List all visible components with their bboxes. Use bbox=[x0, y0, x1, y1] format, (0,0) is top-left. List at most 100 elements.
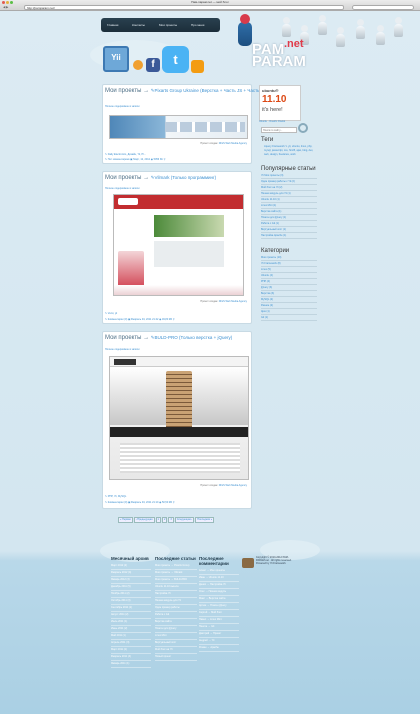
sidebar-search-input[interactable] bbox=[261, 127, 297, 133]
archive-item[interactable]: Март 2012 (2) bbox=[111, 563, 151, 570]
recent-item[interactable]: Мой блог на Yii bbox=[155, 647, 197, 654]
comment-item[interactable]: Павел → Linux Mint bbox=[199, 617, 239, 624]
recent-item[interactable]: Пишем модуль для Yii bbox=[155, 598, 197, 605]
address-bar[interactable]: http://pamparam.net/ bbox=[24, 5, 344, 10]
rss-icon[interactable] bbox=[133, 60, 143, 70]
menu-item-home[interactable]: Главная bbox=[107, 23, 118, 27]
post-tags[interactable]: ✎ PHP, Yii, MySQL bbox=[105, 495, 126, 498]
post-meta: ✎ Комментарии (0) ▣ Февраль 04, 2011 21:… bbox=[105, 501, 175, 504]
pager-page-1[interactable]: 1 bbox=[155, 517, 161, 523]
archive-item[interactable]: Декабрь 2011 (5) bbox=[111, 584, 151, 591]
author-link[interactable]: DIGS Web Media Agency bbox=[219, 300, 247, 303]
popular-item[interactable]: Настройка Apache (1) bbox=[261, 233, 317, 239]
post-tags[interactable]: ✎ Daily Electronics, Дизайн, Yii, PI... bbox=[105, 153, 146, 156]
comment-item[interactable]: Олег → Пишем модуль bbox=[199, 589, 239, 596]
recent-item[interactable]: Настройка Yii bbox=[155, 591, 197, 598]
red-figure-head bbox=[240, 14, 250, 24]
recent-item[interactable]: Linux Mint bbox=[155, 633, 197, 640]
post-screenshot[interactable] bbox=[109, 356, 249, 480]
comment-item[interactable]: Иван → Ubuntu 11.10 bbox=[199, 575, 239, 582]
archive-item[interactable]: Май 2011 (1) bbox=[111, 633, 151, 640]
comment-item[interactable]: Андрей → Yii bbox=[199, 638, 239, 645]
post-heading: Мои проекты → ✎BULD-PRO (Только верстка … bbox=[105, 335, 233, 341]
recent-item[interactable]: Один пример работы bbox=[155, 605, 197, 612]
post-author: Проект создан: DIGS Web Media Agency bbox=[200, 300, 247, 303]
menu-item-about[interactable]: Про меня bbox=[191, 23, 204, 27]
comment-item[interactable]: Артем → Плагин jQuery bbox=[199, 603, 239, 610]
popular-heading: Популярные статьи bbox=[261, 166, 316, 172]
comment-item[interactable]: Сергей → Мой блог bbox=[199, 610, 239, 617]
comment-item[interactable]: Денис → Настройка Yii bbox=[199, 582, 239, 589]
copyright-text: Copyright © 2010-2012 PAM-PARAM.net · Al… bbox=[256, 556, 292, 565]
recent-item[interactable]: Мои проекты → BULD-PRO bbox=[155, 577, 197, 584]
popular-list: Yii Мои проекты (3) Один пример работы с… bbox=[261, 173, 317, 239]
pager-prev[interactable]: ‹ Предыдущая bbox=[133, 517, 155, 523]
footer-recent-comments: Последние комментарии Алекс → Мои проект… bbox=[199, 556, 239, 652]
blue-figure bbox=[238, 22, 252, 46]
comment-item[interactable]: Алекс → Мои проекты bbox=[199, 568, 239, 575]
archive-item[interactable]: Июнь 2011 (2) bbox=[111, 626, 151, 633]
archive-item[interactable]: Март 2011 (2) bbox=[111, 647, 151, 654]
archive-item[interactable]: Апрель 2011 (3) bbox=[111, 640, 151, 647]
archive-item[interactable]: Июль 2011 (1) bbox=[111, 619, 151, 626]
recent-item[interactable]: Мои проекты → Pixarts Group bbox=[155, 563, 197, 570]
author-link[interactable]: DIGS Web Media Agency bbox=[219, 484, 247, 487]
archive-item[interactable]: Январь 2012 (3) bbox=[111, 577, 151, 584]
post-tags[interactable]: ✎ Verst, yii bbox=[105, 312, 117, 315]
archive-item[interactable]: Февраль 2012 (4) bbox=[111, 570, 151, 577]
recent-item[interactable]: Плагин для jQuery bbox=[155, 626, 197, 633]
read-more-link[interactable]: Полное содержимое в записи bbox=[105, 348, 140, 351]
category-item[interactable]: Git (1) bbox=[261, 315, 317, 321]
ubuntu-brand: ubuntu® bbox=[262, 88, 279, 93]
archive-item[interactable]: Февраль 2011 (4) bbox=[111, 654, 151, 661]
browser-chrome: Пам-парам.net — мой блог ◀ ▶ http://pamp… bbox=[0, 0, 420, 11]
pager-page-2[interactable]: 2 bbox=[161, 517, 168, 523]
post-screenshot[interactable] bbox=[109, 115, 248, 139]
archive-item[interactable]: Январь 2011 (1) bbox=[111, 661, 151, 668]
pager-last[interactable]: Последняя » bbox=[195, 517, 215, 523]
recent-item[interactable]: Верстка сайта bbox=[155, 619, 197, 626]
comment-item[interactable]: Роман → Apache bbox=[199, 645, 239, 652]
comment-item[interactable]: Дмитрий → Проект bbox=[199, 631, 239, 638]
menu-item-projects[interactable]: Мои проекты bbox=[159, 23, 177, 27]
recent-item[interactable]: Виртуальный хост bbox=[155, 640, 197, 647]
post-title-link[interactable]: ✎BULD-PRO (Только верстка + jQuery) bbox=[151, 335, 232, 340]
categories-heading: Категории bbox=[261, 248, 290, 254]
pager-next[interactable]: Следующая › bbox=[174, 517, 195, 523]
recent-item[interactable]: Работа с Git bbox=[155, 612, 197, 619]
recent-item[interactable]: Новый проект bbox=[155, 654, 197, 661]
archive-item[interactable]: Ноябрь 2011 (2) bbox=[111, 591, 151, 598]
pager-page-3[interactable]: 3 bbox=[168, 517, 174, 523]
post-screenshot[interactable] bbox=[113, 194, 244, 296]
post-meta: ✎ Комментарии (0) ▣ Февраль 04, 2011 21:… bbox=[105, 318, 175, 321]
read-more-link[interactable]: Полное содержимое в записи bbox=[105, 105, 140, 108]
pager-first[interactable]: « Первая bbox=[118, 517, 133, 523]
post-title-link[interactable]: ✎Vilmark (Только программинг) bbox=[151, 175, 216, 180]
ubuntu-banner[interactable]: ubuntu® 11.10 it's here! bbox=[259, 85, 301, 121]
post-card-3: Мои проекты → ✎BULD-PRO (Только верстка … bbox=[102, 331, 252, 509]
archive-item[interactable]: Август 2011 (2) bbox=[111, 612, 151, 619]
comment-item[interactable]: Макс → Верстка сайта bbox=[199, 596, 239, 603]
recent-item[interactable]: Ubuntu 11.10 вышла bbox=[155, 584, 197, 591]
archive-item[interactable]: Сентябрь 2011 (1) bbox=[111, 605, 151, 612]
facebook-icon[interactable]: f bbox=[146, 58, 160, 72]
main-menu: Главная Контакты Мои проекты Про меня bbox=[101, 18, 220, 32]
author-link[interactable]: DIGS Web Media Agency bbox=[219, 142, 247, 145]
yii-blog-icon[interactable]: Yii bbox=[103, 46, 129, 72]
rss-feed-icon[interactable] bbox=[191, 60, 204, 73]
ubuntu-slogan: it's here! bbox=[262, 107, 283, 113]
archive-item[interactable]: Октябрь 2011 (3) bbox=[111, 598, 151, 605]
menu-item-contacts[interactable]: Контакты bbox=[132, 23, 145, 27]
comment-item[interactable]: Никита → Git bbox=[199, 624, 239, 631]
browser-search-field[interactable] bbox=[352, 5, 414, 10]
recent-item[interactable]: Мои проекты → Vilmark bbox=[155, 570, 197, 577]
post-heading: Мои проекты → ✎Vilmark (Только программи… bbox=[105, 175, 217, 181]
twitter-icon[interactable]: t bbox=[162, 46, 189, 73]
archive-heading: Месячный архив bbox=[111, 556, 149, 561]
nav-buttons[interactable]: ◀ ▶ bbox=[3, 5, 8, 9]
tag-cloud[interactable]: Jquery Framework ✎ yii, ubuntu, linux, p… bbox=[264, 145, 316, 157]
read-more-link[interactable]: Полное содержимое в записи bbox=[105, 187, 140, 190]
search-icon[interactable] bbox=[298, 123, 308, 133]
site-logo[interactable]: PAM PARAM .net bbox=[252, 38, 312, 69]
post-author: Проект создан: DIGS Web Media Agency bbox=[200, 142, 247, 145]
